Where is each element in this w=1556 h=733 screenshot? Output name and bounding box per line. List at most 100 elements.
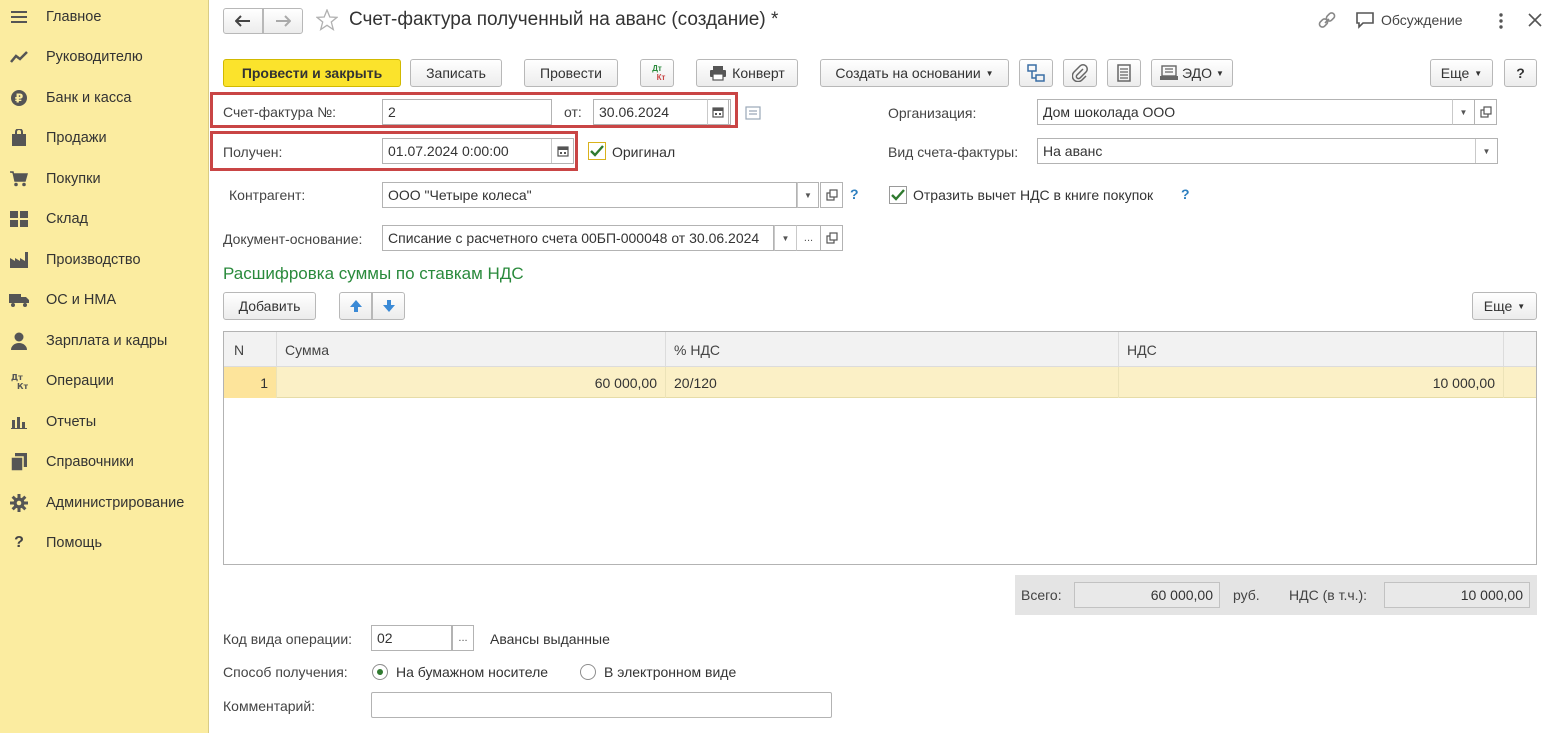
radio-electronic[interactable]	[580, 664, 596, 680]
received-calendar-button[interactable]	[551, 139, 573, 163]
more-button[interactable]: Еще ▼	[1430, 59, 1493, 87]
from-label: от:	[564, 104, 582, 120]
dt-kt-button[interactable]: Дт Кт	[640, 59, 674, 87]
table-header: N Сумма % НДС НДС	[224, 332, 1536, 367]
reflect-vat-label: Отразить вычет НДС в книге покупок	[913, 187, 1154, 203]
sidebar-item-bank[interactable]: ₽ Банк и касса	[0, 78, 209, 118]
base-document-open-button[interactable]	[820, 225, 843, 251]
edo-button[interactable]: ЭДО ▼	[1151, 59, 1233, 87]
base-document-dropdown[interactable]: ▼	[774, 225, 796, 251]
structure-button[interactable]	[1019, 59, 1053, 87]
chat-icon	[1356, 12, 1374, 29]
help-button[interactable]: ?	[1504, 59, 1537, 87]
help-question-icon[interactable]: ?	[850, 186, 859, 202]
more-label: Еще	[1440, 65, 1470, 81]
envelope-button[interactable]: Конверт	[696, 59, 798, 87]
link-icon[interactable]	[1318, 12, 1336, 33]
calendar-button[interactable]	[707, 99, 729, 125]
op-code-description: Авансы выданные	[490, 631, 610, 647]
sidebar-item-manager[interactable]: Руководителю	[0, 37, 209, 77]
close-icon[interactable]	[1528, 13, 1542, 30]
create-based-on-label: Создать на основании	[835, 65, 981, 81]
notes-icon[interactable]	[745, 106, 761, 123]
radio-paper[interactable]	[372, 664, 388, 680]
base-document-field[interactable]: Списание с расчетного счета 00БП-000048 …	[382, 225, 774, 251]
save-button[interactable]: Записать	[410, 59, 502, 87]
more-vertical-icon[interactable]	[1496, 12, 1506, 33]
sidebar-item-admin[interactable]: Администрирование	[0, 483, 209, 523]
original-label: Оригинал	[612, 144, 676, 160]
table-more-button[interactable]: Еще ▼	[1472, 292, 1537, 320]
sidebar-item-production[interactable]: Производство	[0, 240, 209, 280]
sidebar-item-label: Производство	[46, 252, 141, 268]
add-row-button[interactable]: Добавить	[223, 292, 316, 320]
sidebar-item-assets[interactable]: ОС и НМА	[0, 280, 209, 320]
invoice-kind-field[interactable]: На аванс	[1037, 138, 1498, 164]
arrow-right-icon	[276, 15, 291, 27]
original-checkbox[interactable]	[588, 142, 606, 160]
counterparty-open-button[interactable]	[820, 182, 843, 208]
post-and-close-button[interactable]: Провести и закрыть	[223, 59, 401, 87]
invoice-kind-label: Вид счета-фактуры:	[888, 144, 1019, 160]
help-question-icon[interactable]: ?	[1181, 186, 1190, 202]
column-header-sum[interactable]: Сумма	[277, 332, 666, 367]
arrow-down-icon	[382, 300, 395, 312]
column-header-rate[interactable]: % НДС	[666, 332, 1119, 367]
op-code-label: Код вида операции:	[223, 631, 353, 647]
move-up-button[interactable]	[339, 292, 372, 320]
total-label: Всего:	[1021, 587, 1062, 603]
sidebar-item-label: ОС и НМА	[46, 292, 117, 308]
reflect-vat-checkbox[interactable]	[889, 186, 907, 204]
sidebar-item-warehouse[interactable]: Склад	[0, 199, 209, 239]
invoice-no-field[interactable]: 2	[382, 99, 552, 125]
envelope-label: Конверт	[732, 65, 785, 81]
discussion-button[interactable]: Обсуждение	[1355, 11, 1463, 29]
received-field[interactable]: 01.07.2024 0:00:00	[382, 138, 574, 164]
star-icon[interactable]	[315, 8, 339, 34]
open-window-icon	[1479, 106, 1492, 118]
op-code-field[interactable]: 02	[371, 625, 452, 651]
dropdown-arrow-icon: ▼	[1216, 68, 1224, 78]
invoice-kind-dropdown[interactable]: ▼	[1475, 139, 1497, 163]
dropdown-arrow-icon: ▼	[1482, 146, 1491, 156]
organization-dropdown[interactable]: ▼	[1452, 99, 1474, 125]
op-code-select-button[interactable]: ...	[452, 625, 474, 651]
sidebar-item-salary[interactable]: Зарплата и кадры	[0, 321, 209, 361]
sidebar-item-reports[interactable]: Отчеты	[0, 402, 209, 442]
calendar-icon	[712, 107, 724, 118]
sidebar-item-help[interactable]: ? Помощь	[0, 523, 209, 563]
edo-icon	[1160, 65, 1179, 80]
sidebar-item-sales[interactable]: Продажи	[0, 118, 209, 158]
organization-field[interactable]: Дом шоколада ООО	[1037, 99, 1474, 125]
bag-icon	[9, 128, 29, 148]
dt-label: Дт	[652, 64, 662, 73]
column-header-vat[interactable]: НДС	[1119, 332, 1504, 367]
base-document-select-button[interactable]: ...	[796, 225, 820, 251]
forward-button[interactable]	[263, 8, 303, 34]
comment-field[interactable]	[371, 692, 832, 718]
sidebar-item-main[interactable]: Главное	[0, 0, 209, 37]
organization-open-button[interactable]	[1474, 99, 1497, 125]
back-button[interactable]	[223, 8, 263, 34]
dropdown-arrow-icon: ▼	[804, 190, 812, 200]
document-list-button[interactable]	[1107, 59, 1141, 87]
sidebar-item-label: Помощь	[46, 535, 103, 551]
move-down-button[interactable]	[372, 292, 405, 320]
table-row[interactable]: 1 60 000,00 20/120 10 000,00	[224, 367, 1536, 398]
open-window-icon	[825, 232, 838, 244]
question-icon: ?	[14, 534, 24, 551]
svg-text:₽: ₽	[15, 92, 23, 106]
create-based-on-button[interactable]: Создать на основании ▼	[820, 59, 1009, 87]
sidebar-item-directories[interactable]: Справочники	[0, 442, 209, 482]
counterparty-field[interactable]: ООО "Четыре колеса"	[382, 182, 797, 208]
attach-button[interactable]	[1063, 59, 1097, 87]
post-button[interactable]: Провести	[524, 59, 618, 87]
open-window-icon	[825, 189, 838, 201]
sidebar-item-purchases[interactable]: Покупки	[0, 159, 209, 199]
column-header-n[interactable]: N	[224, 332, 277, 367]
truck-icon	[9, 290, 29, 310]
dt-kt-icon: Дт Кт	[9, 371, 29, 391]
received-value: 01.07.2024 0:00:00	[388, 143, 509, 159]
sidebar-item-operations[interactable]: Дт Кт Операции	[0, 361, 209, 401]
counterparty-dropdown[interactable]: ▼	[797, 182, 819, 208]
